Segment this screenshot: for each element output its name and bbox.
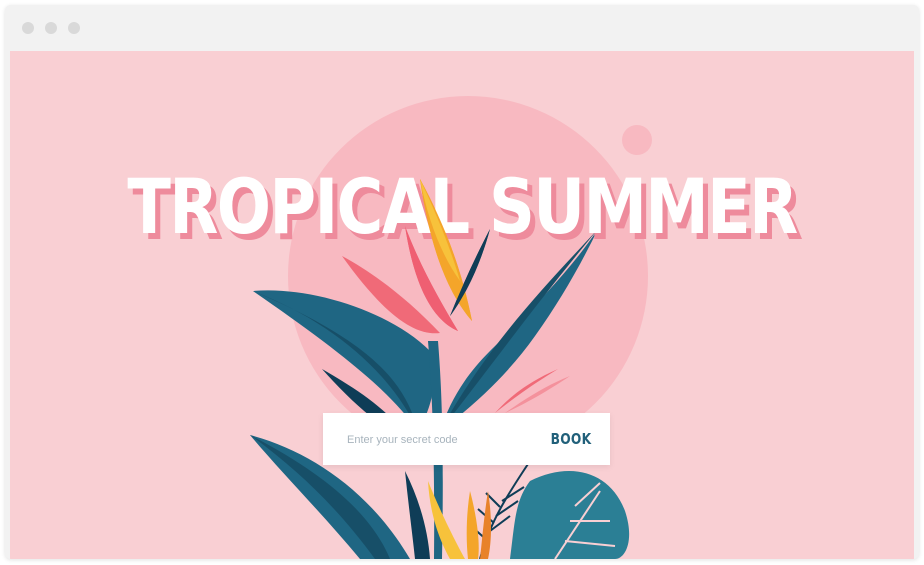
tropical-illustration — [250, 96, 652, 559]
window-close-dot[interactable] — [22, 22, 34, 34]
secret-code-input[interactable] — [345, 427, 529, 453]
page-title: TROPICAL SUMMER — [127, 162, 798, 251]
landing-page: TROPICAL SUMMER BOOK — [10, 51, 914, 559]
book-button[interactable]: BOOK — [539, 413, 603, 465]
browser-window: TROPICAL SUMMER BOOK — [5, 5, 919, 559]
flower-orange-mid — [466, 491, 479, 559]
small-circle — [622, 125, 652, 155]
window-maximize-dot[interactable] — [68, 22, 80, 34]
window-minimize-dot[interactable] — [45, 22, 57, 34]
leaf-dark-bottom — [405, 471, 430, 559]
booking-form: BOOK — [323, 413, 610, 465]
flower-yellow-left — [428, 481, 465, 559]
flower-orange-right — [480, 491, 491, 559]
browser-titlebar — [5, 5, 919, 51]
